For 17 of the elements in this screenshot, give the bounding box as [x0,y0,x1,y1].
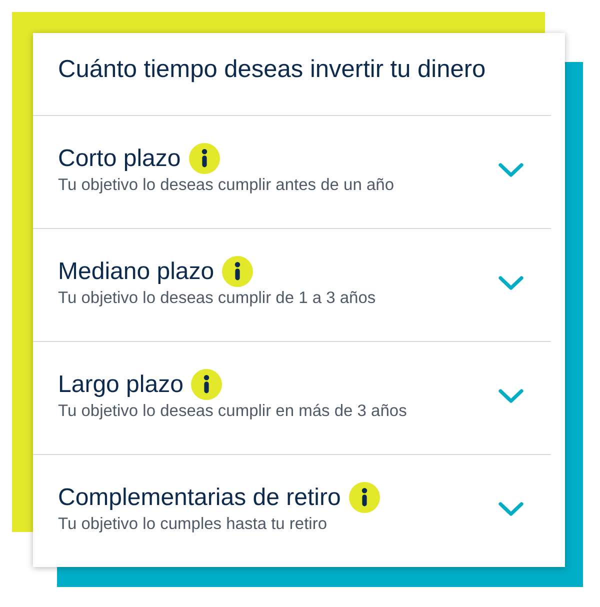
option-title: Complementarias de retiro [58,484,341,512]
chevron-icon[interactable] [498,388,524,404]
option-title: Mediano plazo [58,258,214,286]
chevron-icon[interactable] [498,162,524,178]
chevron-icon[interactable] [498,275,524,291]
option-description: Tu objetivo lo deseas cumplir de 1 a 3 años [58,288,376,309]
chevron-icon[interactable] [498,501,524,517]
option-description: Tu objetivo lo cumples hasta tu retiro [58,514,328,535]
option-title: Largo plazo [58,370,184,398]
option-title: Corto plazo [58,144,181,172]
info-icon[interactable] [188,143,220,174]
option-description: Tu objetivo lo deseas cumplir antes de un año [58,175,394,196]
info-icon[interactable] [222,256,254,287]
info-icon[interactable] [191,369,222,400]
card-title: Cuánto tiempo deseas invertir tu dinero [58,55,486,85]
info-icon[interactable] [348,482,380,513]
option-description: Tu objetivo lo deseas cumplir en más de 3 años [58,401,407,422]
